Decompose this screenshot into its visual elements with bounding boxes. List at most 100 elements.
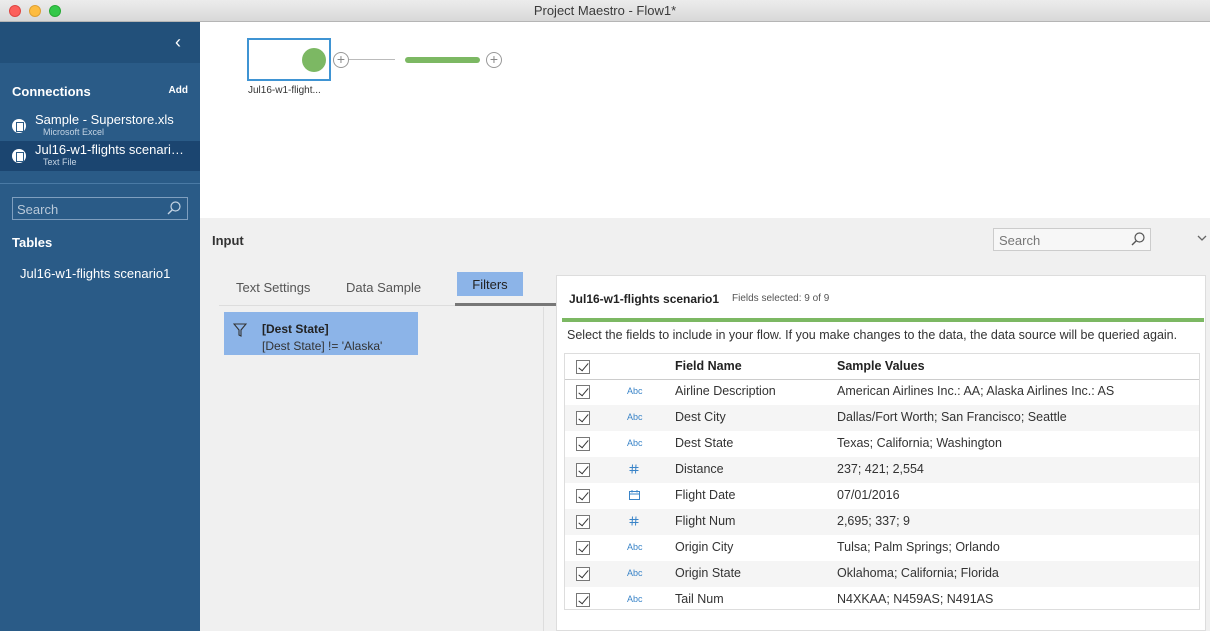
input-node-status-dot <box>302 48 326 72</box>
window-title: Project Maestro - Flow1* <box>533 3 677 18</box>
fields-instructions: Select the fields to include in your flo… <box>567 328 1178 342</box>
tables-heading: Tables <box>12 235 53 250</box>
fields-table: Field Name Sample Values Abc Airline Des… <box>564 353 1200 610</box>
string-type-icon: Abc <box>627 594 643 604</box>
file-icon <box>12 119 26 133</box>
connections-heading: Connections <box>12 84 91 99</box>
table-header-row: Field Name Sample Values <box>565 354 1199 380</box>
add-connection-button[interactable]: Add <box>169 85 188 96</box>
connector-line <box>349 59 395 60</box>
search-icon <box>1131 232 1145 246</box>
sidebar: ‹ Connections Add Sample - Superstore.xl… <box>0 22 200 631</box>
field-sample-values: Texas; California; Washington <box>837 436 1002 450</box>
filter-field: [Dest State] <box>262 322 329 336</box>
progress-bar <box>405 57 480 63</box>
field-checkbox[interactable] <box>576 567 590 581</box>
number-type-icon <box>627 516 651 528</box>
filter-expression: [Dest State] != 'Alaska' <box>262 339 383 353</box>
header-field-name: Field Name <box>675 359 742 373</box>
table-row[interactable]: Abc Dest City Dallas/Fort Worth; San Fra… <box>565 405 1199 431</box>
connection-type: Text File <box>43 157 77 167</box>
field-sample-values: Dallas/Fort Worth; San Francisco; Seattl… <box>837 410 1067 424</box>
input-node-label: Jul16-w1-flight... <box>248 85 321 96</box>
sidebar-collapse-bar: ‹ <box>0 22 200 63</box>
field-name: Dest City <box>675 410 726 424</box>
field-name: Tail Num <box>675 592 724 606</box>
connection-type: Microsoft Excel <box>43 127 105 137</box>
add-step-button[interactable]: + <box>333 52 349 68</box>
field-sample-values: 07/01/2016 <box>837 488 900 502</box>
active-tab-indicator <box>455 303 563 306</box>
field-checkbox[interactable] <box>576 411 590 425</box>
funnel-icon <box>233 323 247 337</box>
table-item[interactable]: Jul16-w1-flights scenario1 <box>20 266 170 281</box>
field-checkbox[interactable] <box>576 385 590 399</box>
table-row[interactable]: Distance 237; 421; 2,554 <box>565 457 1199 483</box>
string-type-icon: Abc <box>627 386 643 396</box>
calendar-icon <box>627 490 651 502</box>
field-name: Flight Date <box>675 488 736 502</box>
field-name: Origin City <box>675 540 734 554</box>
header-sample-values: Sample Values <box>837 359 925 373</box>
input-node[interactable] <box>247 38 331 81</box>
field-checkbox[interactable] <box>576 593 590 607</box>
field-checkbox[interactable] <box>576 515 590 529</box>
filters-list: [Dest State] [Dest State] != 'Alaska' <box>219 307 544 631</box>
table-row[interactable]: Abc Dest State Texas; California; Washin… <box>565 431 1199 457</box>
table-row[interactable]: Flight Date 07/01/2016 <box>565 483 1199 509</box>
string-type-icon: Abc <box>627 568 643 578</box>
field-sample-values: 237; 421; 2,554 <box>837 462 924 476</box>
field-name: Dest State <box>675 436 734 450</box>
table-row[interactable]: Flight Num 2,695; 337; 9 <box>565 509 1199 535</box>
connection-name: Jul16-w1-flights scenario1 <box>35 142 185 157</box>
panel-search[interactable] <box>993 228 1151 251</box>
tab-data-sample[interactable]: Data Sample <box>346 272 421 306</box>
input-panel: Input Text Settings Data Sample Filters … <box>200 218 1210 631</box>
field-name: Airline Description <box>675 384 776 398</box>
sidebar-search-input[interactable] <box>17 201 167 217</box>
panel-tabs: Text Settings Data Sample Filters <box>219 272 563 306</box>
field-name: Distance <box>675 462 724 476</box>
field-checkbox[interactable] <box>576 463 590 477</box>
field-checkbox[interactable] <box>576 437 590 451</box>
field-checkbox[interactable] <box>576 489 590 503</box>
select-all-checkbox[interactable] <box>576 360 590 374</box>
field-name: Flight Num <box>675 514 736 528</box>
field-sample-values: N4XKAA; N459AS; N491AS <box>837 592 994 606</box>
panel-search-input[interactable] <box>999 232 1129 248</box>
collapse-sidebar-button[interactable]: ‹ <box>170 32 186 52</box>
table-row[interactable]: Abc Tail Num N4XKAA; N459AS; N491AS <box>565 587 1199 613</box>
fields-status-bar <box>562 318 1204 322</box>
field-sample-values: American Airlines Inc.: AA; Alaska Airli… <box>837 384 1115 398</box>
add-step-button[interactable]: + <box>486 52 502 68</box>
filter-card[interactable]: [Dest State] [Dest State] != 'Alaska' <box>224 312 418 355</box>
number-type-icon <box>627 464 651 476</box>
field-name: Origin State <box>675 566 742 580</box>
fields-selected-count: Fields selected: 9 of 9 <box>732 293 830 304</box>
sidebar-divider <box>0 183 200 184</box>
table-row[interactable]: Abc Origin City Tulsa; Palm Springs; Orl… <box>565 535 1199 561</box>
string-type-icon: Abc <box>627 542 643 552</box>
tab-filters[interactable]: Filters <box>457 272 523 296</box>
file-icon <box>12 149 26 163</box>
title-bar: Project Maestro - Flow1* <box>0 0 1210 22</box>
fields-panel: Jul16-w1-flights scenario1 Fields select… <box>556 275 1206 631</box>
field-sample-values: Tulsa; Palm Springs; Orlando <box>837 540 1000 554</box>
sidebar-search[interactable] <box>12 197 188 220</box>
chevron-down-icon[interactable] <box>1196 232 1208 244</box>
field-checkbox[interactable] <box>576 541 590 555</box>
tab-text-settings[interactable]: Text Settings <box>236 272 310 306</box>
search-icon <box>167 201 181 215</box>
connection-item-superstore[interactable]: Sample - Superstore.xls Microsoft Excel <box>0 111 200 141</box>
source-name: Jul16-w1-flights scenario1 <box>569 292 720 306</box>
connection-name: Sample - Superstore.xls <box>35 112 174 127</box>
flow-canvas[interactable]: Jul16-w1-flight... + + <box>200 22 1210 218</box>
connection-item-flights[interactable]: Jul16-w1-flights scenario1 Text File <box>0 141 200 171</box>
table-row[interactable]: Abc Airline Description American Airline… <box>565 379 1199 405</box>
table-row[interactable]: Abc Origin State Oklahoma; California; F… <box>565 561 1199 587</box>
panel-title: Input <box>212 233 244 248</box>
string-type-icon: Abc <box>627 412 643 422</box>
field-sample-values: 2,695; 337; 9 <box>837 514 910 528</box>
string-type-icon: Abc <box>627 438 643 448</box>
field-sample-values: Oklahoma; California; Florida <box>837 566 999 580</box>
